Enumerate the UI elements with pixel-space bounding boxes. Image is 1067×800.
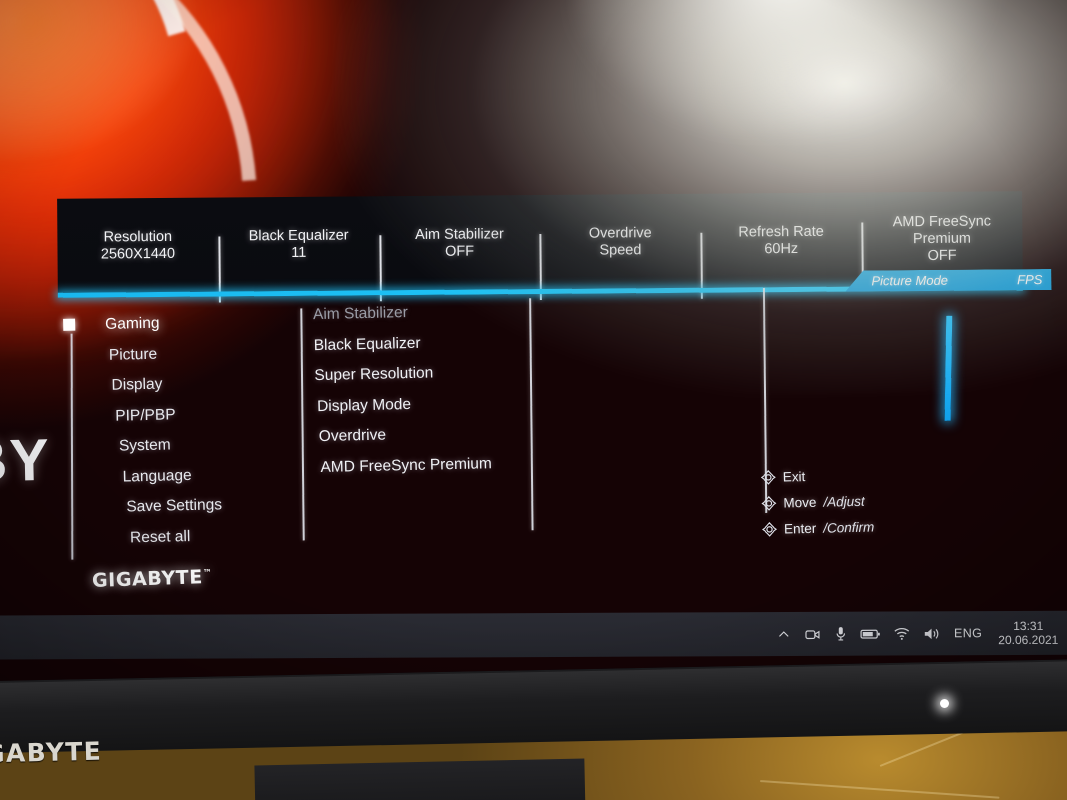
nav-hint-exit[interactable]: Exit (760, 468, 874, 486)
monitor-screen: ABY OL Resolution 2560X1440 Black Equali… (0, 0, 1067, 682)
menu-item-label: Reset all (129, 527, 191, 546)
menu-item-label: System (118, 436, 171, 455)
wifi-icon[interactable] (893, 626, 910, 640)
submenu-item-amd-freesync-premium[interactable]: AMD FreeSync Premium (316, 452, 546, 476)
osd-brand-text: GIGABYTE (91, 566, 204, 592)
status-label: Resolution (103, 228, 173, 245)
status-label: Overdrive (588, 224, 652, 242)
submenu-item-aim-stabilizer[interactable]: Aim Stabilizer (313, 300, 543, 324)
status-value: 2560X1440 (100, 245, 176, 262)
status-item-resolution: Resolution 2560X1440 (57, 228, 218, 263)
menu-item-gaming[interactable]: Gaming (63, 311, 288, 335)
status-value: 60Hz (764, 240, 799, 257)
osd-column-divider (300, 308, 305, 541)
joystick-icon (761, 521, 778, 537)
microphone-icon[interactable] (834, 626, 847, 642)
status-label: Black Equalizer (248, 227, 349, 244)
menu-item-reset-all[interactable]: Reset all (68, 524, 293, 548)
nav-hint-action: /Confirm (823, 519, 875, 536)
menu-item-label: Display (111, 375, 163, 394)
battery-icon[interactable] (860, 627, 880, 640)
menu-item-pip-pbp[interactable]: PIP/PBP (65, 402, 290, 426)
picture-mode-label: Picture Mode (871, 272, 949, 289)
nav-hint-enter[interactable]: Enter /Confirm (761, 519, 875, 537)
picture-mode-badge: Picture Mode FPS (845, 269, 1051, 292)
submenu-item-overdrive[interactable]: Overdrive (316, 422, 546, 446)
osd-value-slider[interactable] (944, 315, 953, 421)
camera-icon[interactable] (804, 626, 821, 641)
system-tray: ENG 13:31 20.06.2021 (776, 619, 1067, 648)
osd-gigabyte-logo: GIGABYTE™ (92, 566, 213, 592)
wallpaper-text-line1: ABY (0, 426, 52, 496)
menu-item-label: Gaming (105, 314, 160, 333)
selection-marker-icon (63, 318, 76, 331)
osd-category-list: Gaming Picture Display PIP/PBP System La… (63, 311, 293, 560)
nav-hint-key: Enter (783, 520, 817, 537)
nav-hint-key: Move (783, 494, 817, 511)
status-item-overdrive: Overdrive Speed (540, 224, 701, 259)
joystick-icon (761, 495, 777, 511)
chevron-up-icon[interactable] (776, 626, 791, 641)
status-label: Refresh Rate (738, 223, 824, 240)
submenu-item-black-equalizer[interactable]: Black Equalizer (314, 330, 544, 354)
menu-item-display[interactable]: Display (64, 372, 289, 396)
trademark-mark: ™ (202, 568, 213, 579)
status-item-amd-freesync: AMD FreeSync Premium OFF (861, 213, 1022, 265)
status-label: Aim Stabilizer (415, 225, 504, 243)
submenu-item-display-mode[interactable]: Display Mode (315, 391, 545, 415)
picture-mode-value: FPS (1017, 272, 1043, 288)
submenu-item-label: Aim Stabilizer (312, 304, 408, 324)
status-value: OFF (445, 243, 475, 260)
monitor-stand (254, 758, 586, 800)
status-value: 11 (291, 244, 307, 261)
osd-nav-hints: Exit Move /Adjust Enter /Confirm (760, 468, 875, 549)
monitor: ABY OL Resolution 2560X1440 Black Equali… (0, 0, 1067, 742)
submenu-item-label: Super Resolution (314, 364, 434, 385)
submenu-item-label: Black Equalizer (313, 334, 421, 354)
status-label: AMD FreeSync Premium (892, 213, 992, 248)
menu-item-label: PIP/PBP (115, 405, 176, 425)
nav-hint-key: Exit (782, 469, 806, 485)
speaker-icon[interactable] (923, 626, 941, 641)
joystick-icon (760, 469, 776, 485)
menu-item-picture[interactable]: Picture (64, 341, 289, 365)
wallpaper-text: ABY OL (0, 426, 52, 532)
clock-date: 20.06.2021 (998, 632, 1059, 648)
clock-time: 13:31 (1013, 618, 1044, 634)
bezel-gigabyte-logo: GABYTE (0, 736, 103, 769)
menu-item-language[interactable]: Language (66, 463, 291, 487)
osd-submenu-list: Aim Stabilizer Black Equalizer Super Res… (313, 300, 547, 488)
menu-item-system[interactable]: System (66, 433, 291, 457)
menu-item-label: Picture (108, 345, 158, 364)
status-value: Speed (599, 241, 642, 259)
submenu-item-label: AMD FreeSync Premium (320, 454, 493, 476)
wallpaper-text-line2: OL (0, 498, 52, 532)
nav-hint-move[interactable]: Move /Adjust (761, 494, 874, 512)
submenu-item-label: Display Mode (316, 395, 412, 415)
nav-hint-action: /Adjust (823, 493, 865, 510)
monitor-osd: Resolution 2560X1440 Black Equalizer 11 … (48, 183, 1057, 601)
language-indicator[interactable]: ENG (954, 626, 982, 640)
clock[interactable]: 13:31 20.06.2021 (998, 619, 1058, 647)
submenu-item-label: Overdrive (318, 426, 387, 446)
status-item-aim-stabilizer: Aim Stabilizer OFF (379, 226, 540, 261)
status-value: OFF (927, 247, 957, 264)
menu-item-save-settings[interactable]: Save Settings (67, 494, 292, 518)
windows-taskbar: ENG 13:31 20.06.2021 (0, 610, 1067, 660)
photograph-of-monitor: ABY OL Resolution 2560X1440 Black Equali… (0, 0, 1067, 800)
submenu-item-super-resolution[interactable]: Super Resolution (314, 361, 544, 385)
power-led-indicator (940, 699, 949, 708)
status-item-refresh-rate: Refresh Rate 60Hz (701, 223, 862, 258)
status-item-black-equalizer: Black Equalizer 11 (218, 227, 379, 262)
menu-item-label: Save Settings (126, 496, 223, 516)
menu-item-label: Language (122, 466, 192, 486)
